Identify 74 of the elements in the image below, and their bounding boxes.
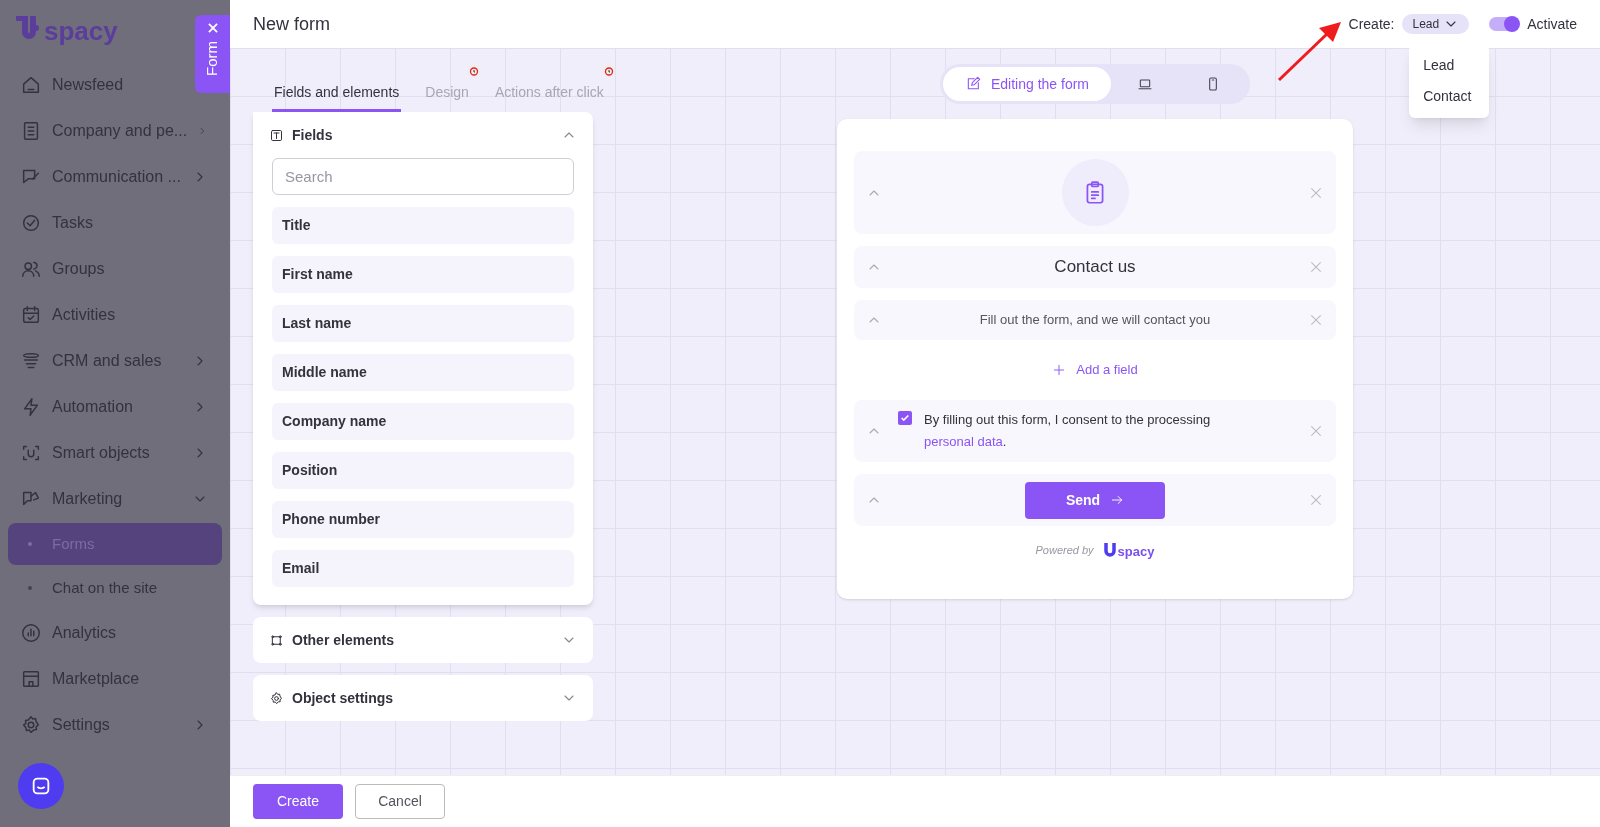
arrow-right-icon	[1110, 493, 1125, 507]
section-header[interactable]: Object settings	[253, 675, 593, 721]
activate-label: Activate	[1527, 14, 1577, 34]
sidebar-item[interactable]: Marketing	[0, 476, 230, 522]
section-header[interactable]: Other elements	[253, 617, 593, 663]
form-block[interactable]: Fill out the form, and we will contact you	[854, 300, 1336, 340]
check-circle-icon	[20, 212, 42, 234]
close-icon	[205, 21, 220, 35]
form-block[interactable]: By filling out this form, I consent to the processing personal data.	[854, 400, 1336, 462]
field-item[interactable]: Company name	[272, 403, 574, 440]
field-item[interactable]: First name	[272, 256, 574, 293]
bullet-icon	[28, 586, 32, 590]
check-icon	[900, 413, 910, 423]
consent-text: By filling out this form, I consent to the processing personal data.	[924, 411, 1212, 451]
send-button[interactable]: Send	[1025, 481, 1165, 519]
field-item[interactable]: Title	[272, 207, 574, 244]
plus-icon	[1052, 363, 1067, 377]
text-box-icon	[269, 127, 284, 143]
form-block[interactable]: Contact us	[854, 246, 1336, 288]
close-icon[interactable]	[1308, 492, 1324, 508]
dropdown-option[interactable]: Contact	[1409, 81, 1490, 112]
form-block[interactable]: Send	[854, 474, 1336, 526]
sidebar-item[interactable]: Settings	[0, 702, 230, 748]
store-icon	[20, 668, 42, 690]
section-header[interactable]: Fields	[253, 112, 593, 158]
field-item[interactable]: Email	[272, 550, 574, 587]
sidebar-item[interactable]: Marketplace	[0, 656, 190, 702]
sidebar-item[interactable]: Communication ...	[0, 154, 230, 200]
laptop-icon	[1137, 76, 1154, 92]
close-icon[interactable]	[1308, 259, 1324, 275]
settings-icon	[20, 714, 42, 736]
create-type-dropdown[interactable]: Lead	[1402, 14, 1470, 34]
form-heading: Contact us	[1054, 256, 1136, 279]
sidebar-subitem[interactable]: Chat on the site	[8, 567, 222, 609]
view-mode-tab[interactable]: Editing the form	[942, 67, 1112, 101]
sidebar-item[interactable]: CRM and sales	[0, 338, 230, 384]
bullet-icon	[28, 542, 32, 546]
sidebar-item[interactable]: Newsfeed	[0, 62, 190, 108]
chat-launcher-button[interactable]	[18, 763, 64, 809]
powered-by-text: Powered by	[1035, 543, 1094, 558]
sidebar-item[interactable]: Automation	[0, 384, 230, 430]
vector-square-icon	[269, 632, 284, 648]
create-label: Create:	[1348, 14, 1395, 34]
sidebar-item[interactable]: Analytics	[0, 610, 190, 656]
logo-mark	[1103, 542, 1118, 559]
consent-checkbox[interactable]	[898, 411, 912, 425]
chat-icon	[30, 775, 52, 797]
settings-icon	[269, 690, 284, 706]
field-item[interactable]: Middle name	[272, 354, 574, 391]
sidebar-item[interactable]: Company and pe...	[0, 108, 230, 154]
calendar-icon	[20, 304, 42, 326]
close-icon[interactable]	[1308, 312, 1324, 328]
field-item[interactable]: Position	[272, 452, 574, 489]
page-title: New form	[253, 12, 330, 36]
sidebar-item[interactable]: Activities	[0, 292, 190, 338]
add-field-link[interactable]: Add a field	[1052, 352, 1138, 388]
dropdown-option[interactable]: Lead	[1409, 50, 1490, 81]
search-field[interactable]: Search	[272, 158, 574, 195]
form-side-tab[interactable]: Form	[195, 15, 230, 93]
logo-text: spacy	[1117, 545, 1155, 559]
bar-chart-circle-icon	[20, 622, 42, 644]
cancel-button[interactable]: Cancel	[355, 784, 445, 819]
home-icon	[20, 74, 42, 96]
field-item[interactable]: Last name	[272, 305, 574, 342]
create-button[interactable]: Create	[253, 784, 343, 819]
sidebar-item[interactable]: Tasks	[0, 200, 190, 246]
personal-data-link[interactable]: personal data	[924, 434, 1003, 449]
form-block[interactable]	[854, 151, 1336, 234]
sidebar-item[interactable]: Groups	[0, 246, 190, 292]
form-description: Fill out the form, and we will contact you	[979, 311, 1211, 330]
close-icon[interactable]	[1308, 423, 1324, 439]
activate-toggle[interactable]	[1489, 17, 1520, 31]
field-item[interactable]: Phone number	[272, 501, 574, 538]
sidebar-item[interactable]: Smart objects	[0, 430, 230, 476]
